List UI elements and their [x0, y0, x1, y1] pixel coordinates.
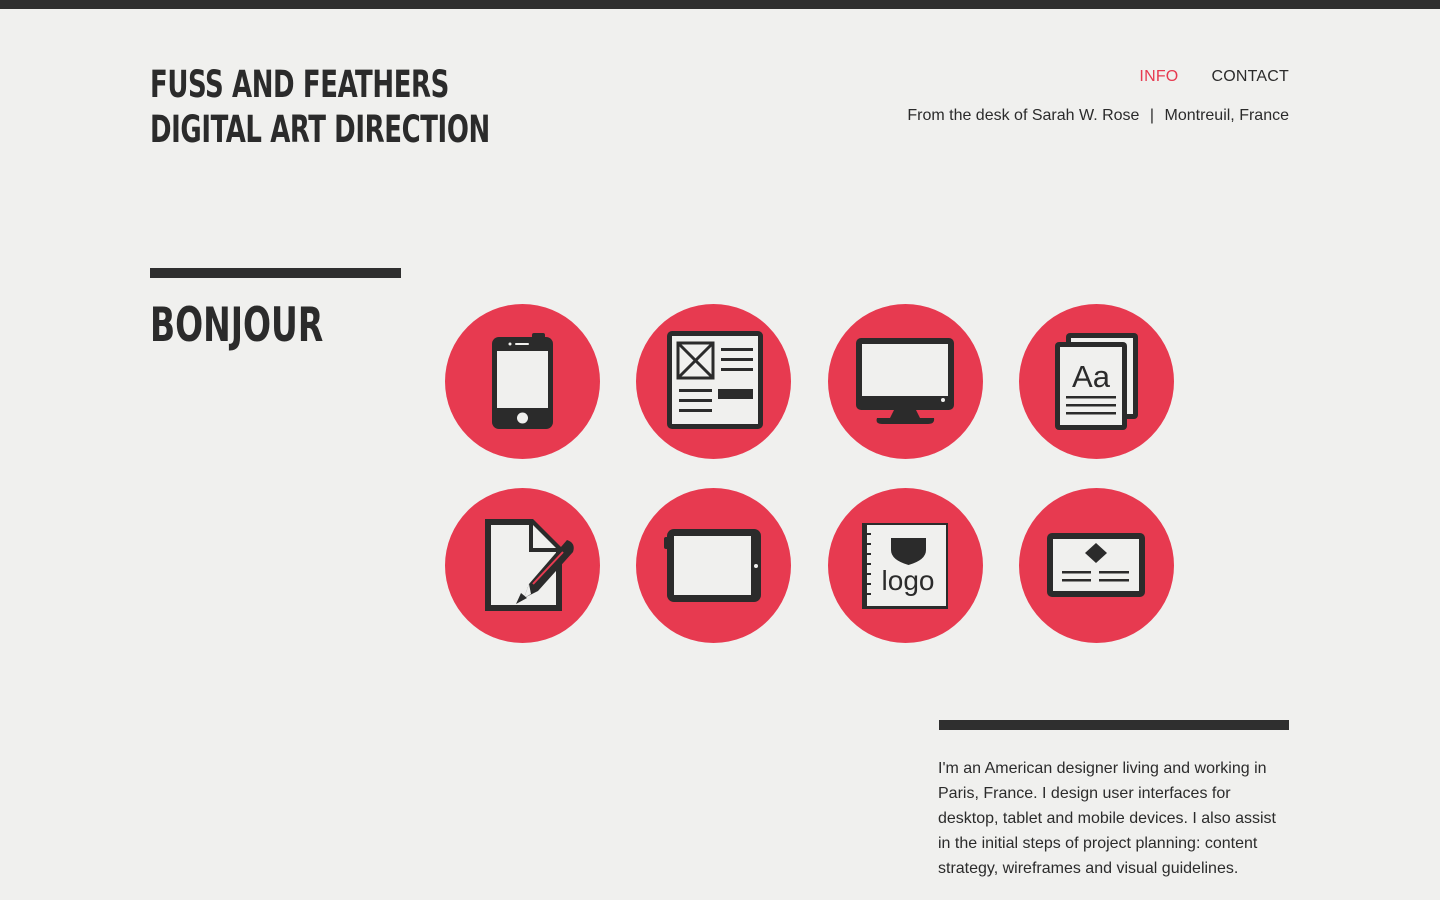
service-desktop[interactable]	[828, 304, 983, 459]
about-paragraph: I'm an American designer living and work…	[938, 760, 1276, 877]
service-business-card[interactable]	[1019, 488, 1174, 643]
tagline-location: Montreuil, France	[1164, 107, 1290, 124]
service-document-edit[interactable]	[445, 488, 600, 643]
site-logo-title[interactable]: FUSS AND FEATHERS DIGITAL ART DIRECTION	[150, 62, 490, 152]
service-typography[interactable]: Aa	[1019, 304, 1174, 459]
brand-line-2: DIGITAL ART DIRECTION	[150, 108, 490, 151]
about-rule	[939, 720, 1289, 730]
service-logo[interactable]: logo	[828, 488, 983, 643]
service-smartphone[interactable]	[445, 304, 600, 459]
logo-icon-label: logo	[882, 565, 935, 596]
service-tablet[interactable]	[636, 488, 791, 643]
document-edit-icon	[485, 519, 574, 611]
desktop-monitor-icon	[856, 338, 954, 424]
typography-icon-label: Aa	[1072, 359, 1111, 394]
section-rule	[150, 268, 401, 278]
nav-contact-link[interactable]: CONTACT	[1211, 68, 1289, 86]
service-wireframe[interactable]	[636, 304, 791, 459]
tablet-icon	[664, 529, 761, 602]
business-card-icon	[1047, 533, 1145, 597]
section-heading: BONJOUR	[150, 298, 324, 353]
tagline-author: From the desk of Sarah W. Rose	[907, 107, 1140, 124]
tagline-separator: |	[1149, 107, 1155, 124]
logo-book-icon: logo	[862, 523, 948, 609]
brand-line-1: FUSS AND FEATHERS	[150, 63, 449, 106]
smartphone-icon	[492, 333, 553, 429]
typography-icon: Aa	[1055, 333, 1138, 430]
nav-info-link[interactable]: INFO	[1139, 68, 1178, 86]
wireframe-icon	[667, 331, 763, 429]
main-nav: INFO CONTACT	[1139, 68, 1289, 86]
tagline: From the desk of Sarah W. Rose | Montreu…	[907, 107, 1289, 125]
top-bar	[0, 0, 1440, 9]
